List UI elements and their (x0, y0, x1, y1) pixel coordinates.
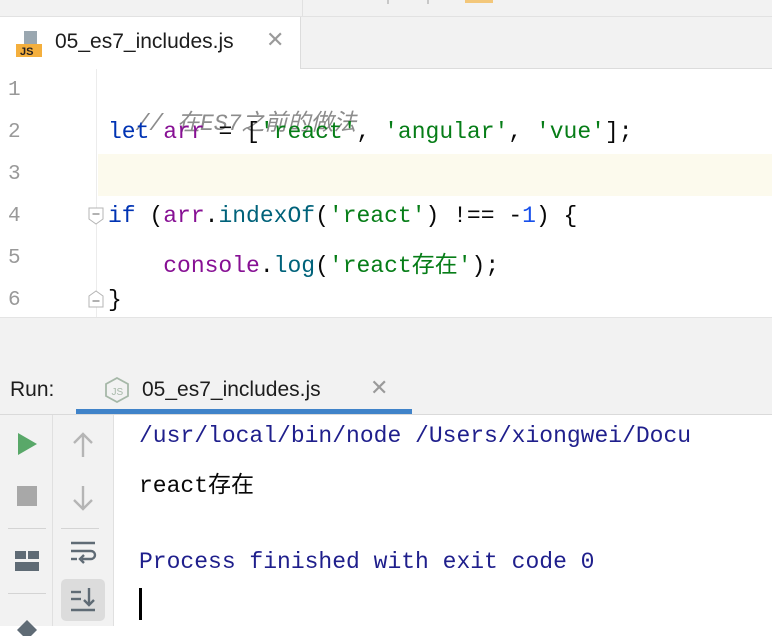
console-toolbar (53, 415, 114, 626)
code-line-5: console.log('react存在'); (108, 245, 499, 279)
run-tab-title: 05_es7_includes.js (142, 378, 321, 401)
code-variable: console (163, 253, 260, 279)
code-line-6: } (108, 287, 122, 313)
toolbar-separator (8, 528, 46, 529)
fold-icon[interactable] (87, 207, 105, 225)
scroll-up-button[interactable] (61, 425, 105, 465)
code-line-2: let arr = ['react', 'angular', 'vue']; (108, 119, 633, 145)
editor-bottom-bar (0, 317, 772, 363)
line-number: 6 (8, 289, 21, 312)
code-line-4: if (arr.indexOf('react') !== -1) { (108, 203, 577, 229)
code-text: ]; (604, 119, 633, 145)
line-number: 3 (8, 163, 21, 186)
code-text: ); (471, 253, 500, 279)
scroll-to-end-icon (71, 588, 95, 612)
code-text: ( (135, 203, 164, 229)
code-text: } (108, 287, 122, 313)
line-number-gutter: 1 2 3 4 5 6 (0, 69, 60, 317)
scroll-to-end-button[interactable] (61, 579, 105, 621)
code-string: 'react' (328, 203, 426, 229)
line-number: 2 (8, 121, 21, 144)
code-string: 'angular' (384, 119, 509, 145)
code-string: 'react存在' (328, 253, 472, 279)
code-variable: arr (163, 203, 205, 229)
top-strip-divider (301, 0, 772, 16)
gutter-divider (96, 69, 97, 317)
soft-wrap-button[interactable] (61, 532, 105, 572)
console-exit-line: Process finished with exit code 0 (139, 549, 595, 575)
pin-icon (17, 620, 37, 636)
code-method: log (273, 253, 316, 279)
current-line-highlight (98, 154, 772, 196)
editor-tab[interactable]: JS 05_es7_includes.js ✕ (0, 17, 301, 69)
console-command-line: /usr/local/bin/node /Users/xiongwei/Docu (139, 423, 692, 449)
layout-button[interactable] (5, 541, 49, 581)
arrow-up-icon (73, 432, 93, 457)
close-icon[interactable]: ✕ (370, 375, 388, 401)
console-output[interactable]: /usr/local/bin/node /Users/xiongwei/Docu… (114, 415, 772, 626)
code-text: ) { (535, 203, 578, 229)
play-icon (18, 433, 37, 455)
svg-text:JS: JS (112, 387, 124, 398)
code-number: 1 (522, 203, 536, 229)
close-icon[interactable]: ✕ (266, 27, 284, 53)
code-keyword: let (108, 119, 150, 145)
code-keyword: if (108, 203, 136, 229)
run-tab[interactable]: JS 05_es7_includes.js ✕ (76, 362, 412, 414)
code-text: . (204, 203, 219, 229)
arrow-down-icon (73, 486, 93, 511)
toolbar-separator (8, 593, 46, 594)
code-method: indexOf (218, 203, 316, 229)
pin-button[interactable] (5, 603, 49, 643)
code-text: , (356, 119, 385, 145)
code-text: ( (315, 203, 329, 229)
console-output-line: react存在 (139, 473, 255, 499)
run-tab-active-indicator (76, 409, 412, 414)
run-panel-label: Run: (10, 378, 55, 401)
code-string: 'vue' (535, 119, 605, 145)
line-number: 1 (8, 79, 21, 102)
code-text: = [ (204, 119, 260, 145)
fold-end-icon[interactable] (87, 290, 105, 308)
line-number: 4 (8, 205, 21, 228)
line-number: 5 (8, 247, 21, 270)
editor-tab-title: 05_es7_includes.js (55, 30, 234, 53)
rerun-button[interactable] (5, 424, 49, 464)
js-file-icon: JS (16, 31, 42, 58)
layout-icon (15, 551, 39, 571)
stop-icon (17, 486, 37, 506)
text-caret (139, 588, 142, 620)
code-text: ) !== - (425, 203, 523, 229)
code-text: . (259, 253, 274, 279)
code-string: 'react' (259, 119, 357, 145)
scroll-down-button[interactable] (61, 478, 105, 518)
soft-wrap-icon (71, 541, 97, 564)
top-strip-marker (465, 0, 493, 3)
toolbar-separator (61, 528, 99, 529)
code-text: , (508, 119, 536, 145)
run-toolbar (0, 415, 53, 636)
stop-button[interactable] (5, 476, 49, 516)
js-file-icon-label: JS (20, 46, 33, 57)
code-text: ( (315, 253, 329, 279)
nodejs-icon: JS (104, 376, 130, 404)
code-variable: arr (163, 119, 205, 145)
